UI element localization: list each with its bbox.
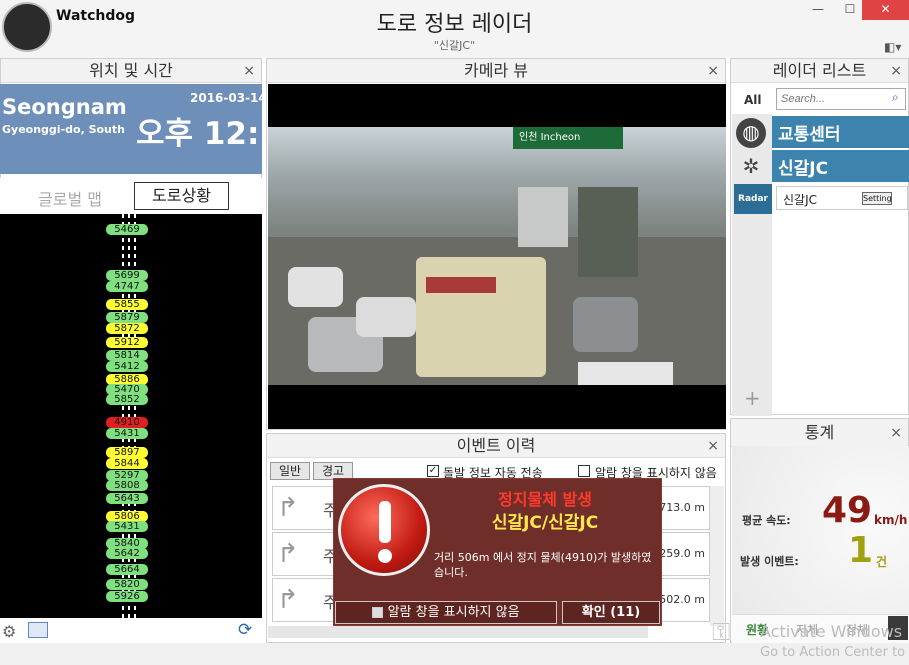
road-segment-pill[interactable]: 5855 bbox=[106, 299, 148, 310]
alert-message: 거리 506m 에서 정지 물체(4910)가 발생하였습니다. bbox=[434, 551, 652, 579]
tab-general[interactable]: 일반 bbox=[270, 462, 310, 480]
highway-sign: 인천 Incheon bbox=[513, 127, 623, 149]
event-history-header: 이벤트 이력 × bbox=[267, 434, 725, 458]
close-icon[interactable]: ✕ bbox=[862, 0, 909, 20]
road-segment-pill[interactable]: 5814 bbox=[106, 350, 148, 361]
event-history-title: 이벤트 이력 bbox=[456, 436, 536, 455]
road-segment-pill[interactable]: 5469 bbox=[106, 224, 148, 235]
tab-road-status[interactable]: 도로상황 bbox=[134, 182, 229, 210]
checkbox-icon bbox=[372, 607, 384, 618]
event-count-value: 1 bbox=[848, 530, 874, 571]
road-segment-pill[interactable]: 4910 bbox=[106, 417, 148, 428]
radar-list-header: 레이더 리스트 × bbox=[731, 59, 908, 83]
avg-speed-label: 평균 속도: bbox=[742, 514, 791, 527]
close-icon[interactable]: × bbox=[890, 59, 902, 83]
avg-speed-unit: km/h bbox=[874, 513, 908, 527]
window-subtitle: "신갈JC" bbox=[433, 39, 476, 52]
road-segment-pill[interactable]: 4747 bbox=[106, 281, 148, 292]
road-segment-pill[interactable]: 5643 bbox=[106, 493, 148, 504]
exclamation-icon bbox=[338, 484, 430, 576]
windows-watermark-sub: Go to Action Center to bbox=[760, 645, 906, 660]
radar-item-singal-jc[interactable]: 신갈JC bbox=[772, 150, 909, 182]
region-name: Gyeonggi-do, South K bbox=[2, 123, 126, 136]
stats-title: 통계 bbox=[804, 423, 835, 442]
window-title: 도로 정보 레이더 bbox=[376, 12, 533, 37]
road-segment-pill[interactable]: 5844 bbox=[106, 458, 148, 469]
car bbox=[356, 297, 416, 337]
road-segment-pill[interactable]: 5879 bbox=[106, 312, 148, 323]
road-segment-pill[interactable]: 5912 bbox=[106, 337, 148, 348]
truck bbox=[518, 187, 568, 247]
road-segment-pill[interactable]: 5872 bbox=[106, 323, 148, 334]
radar-badge[interactable]: Radar bbox=[734, 184, 772, 214]
road-segment-pill[interactable]: 5664 bbox=[106, 564, 148, 575]
bus-sign bbox=[426, 277, 496, 293]
camera-panel-title: 카메라 뷰 bbox=[464, 61, 528, 80]
car bbox=[288, 267, 343, 307]
layout-menu-icon[interactable]: ◧▾ bbox=[884, 40, 901, 54]
tab-global-map[interactable]: 글로벌 맵 bbox=[38, 186, 102, 210]
setting-button[interactable]: Setting bbox=[862, 192, 892, 205]
road-segment-pill[interactable]: 5412 bbox=[106, 361, 148, 372]
alert-hide-checkbox[interactable]: 알람 창을 표시하지 않음 bbox=[335, 601, 557, 624]
road-status-map: 5469 5699 4747 5855 5879 5872 5912 5814 5412 5886… bbox=[0, 214, 262, 618]
event-scrollbar[interactable] bbox=[710, 486, 724, 626]
radar-item-traffic-center[interactable]: 교통센터 bbox=[772, 116, 909, 148]
horizontal-scrollbar[interactable] bbox=[268, 626, 648, 638]
road-segment-pill[interactable]: 5642 bbox=[106, 548, 148, 559]
key-icon: ⚿ bbox=[712, 618, 731, 646]
alert-location: 신갈JC/신갈JC bbox=[491, 513, 599, 533]
road-segment-pill[interactable]: 5852 bbox=[106, 394, 148, 405]
truck bbox=[578, 187, 638, 277]
alert-hide-label: 알람 창을 표시하지 않음 bbox=[387, 605, 520, 620]
avg-speed-value: 49 bbox=[822, 490, 873, 531]
road-segment-pill[interactable]: 5431 bbox=[106, 428, 148, 439]
merge-arrow-icon: ↱ bbox=[277, 585, 299, 615]
close-icon[interactable]: × bbox=[707, 434, 719, 458]
current-date: 2016-03-14 bbox=[190, 91, 267, 105]
filter-all[interactable]: All bbox=[744, 93, 762, 107]
add-radar-button[interactable]: + bbox=[744, 386, 761, 410]
alert-title: 정지물체 발생 bbox=[498, 490, 592, 509]
minimize-icon[interactable]: — bbox=[802, 0, 834, 20]
close-icon[interactable]: × bbox=[890, 419, 902, 447]
merge-arrow-icon: ↱ bbox=[277, 539, 299, 569]
close-icon[interactable]: × bbox=[707, 59, 719, 83]
event-count-unit: 건 bbox=[876, 555, 888, 569]
hide-alert-checkbox[interactable] bbox=[578, 465, 590, 477]
current-time: 오후 12:( bbox=[136, 116, 274, 152]
city-name: Seongnam bbox=[2, 95, 127, 119]
search-icon[interactable]: ⌕ bbox=[892, 90, 899, 105]
chart-icon[interactable] bbox=[28, 622, 48, 638]
globe-icon[interactable]: ◍ bbox=[736, 118, 766, 148]
road-segment-pill[interactable]: 5897 bbox=[106, 447, 148, 458]
auto-send-checkbox[interactable]: ✓ bbox=[427, 465, 439, 477]
merge-arrow-icon: ↱ bbox=[277, 493, 299, 523]
radar-search-input[interactable] bbox=[776, 88, 906, 110]
road-segment-pill[interactable]: 5699 bbox=[106, 270, 148, 281]
radar-list-title: 레이더 리스트 bbox=[772, 61, 867, 80]
bus bbox=[416, 257, 546, 377]
location-panel-title: 위치 및 시간 bbox=[89, 61, 173, 80]
refresh-icon[interactable]: ⟳ bbox=[238, 620, 252, 640]
alert-ok-button[interactable]: 확인 (11) bbox=[562, 601, 660, 624]
road-segment-pill[interactable]: 5926 bbox=[106, 591, 148, 602]
road-segment-pill[interactable]: 5820 bbox=[106, 579, 148, 590]
car bbox=[573, 297, 638, 352]
traffic-camera-image: 인천 Incheon bbox=[268, 127, 726, 385]
close-icon[interactable]: × bbox=[243, 59, 255, 83]
camera-panel-header: 카메라 뷰 × bbox=[267, 59, 725, 83]
road-segment-pill[interactable]: 5431 bbox=[106, 521, 148, 532]
van bbox=[578, 362, 673, 385]
windows-watermark: Activate Windows bbox=[760, 622, 903, 641]
stats-background bbox=[732, 446, 909, 614]
network-icon[interactable]: ✲ bbox=[736, 152, 766, 182]
gear-icon[interactable]: ⚙ bbox=[2, 622, 16, 641]
road-segment-pill[interactable]: 5808 bbox=[106, 480, 148, 491]
stats-header: 통계 × bbox=[731, 419, 908, 447]
event-count-label: 발생 이벤트: bbox=[740, 555, 799, 568]
location-panel-header: 위치 및 시간 × bbox=[1, 59, 261, 83]
